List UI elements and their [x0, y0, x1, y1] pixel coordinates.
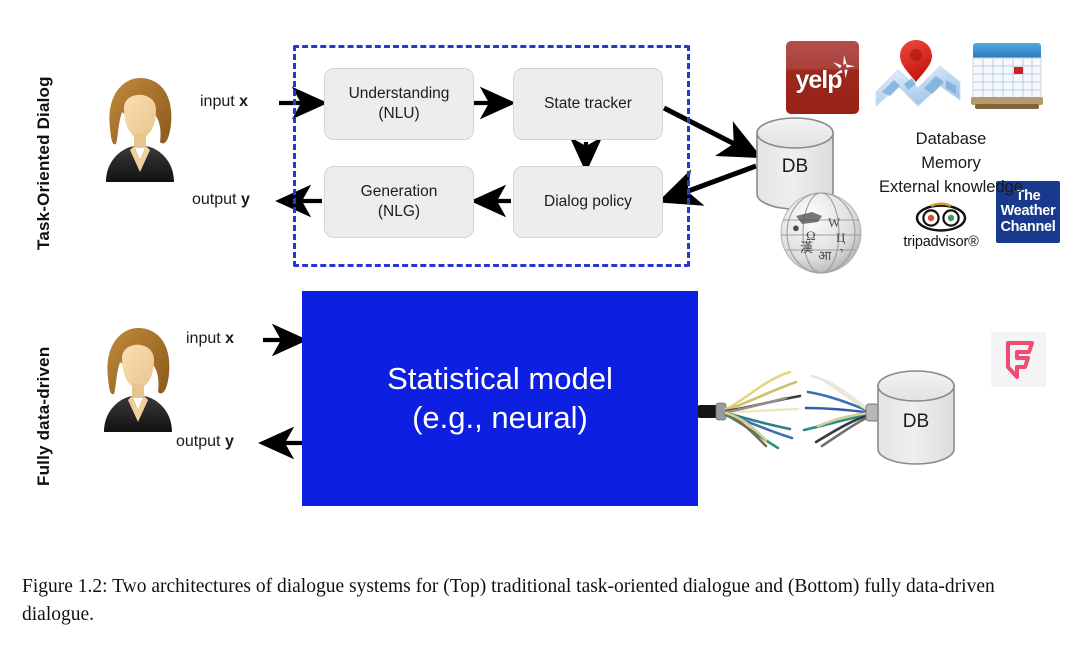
- statistical-model-line1: Statistical model: [387, 360, 613, 396]
- figure-canvas: DB DB Task-Oriented Dialog input x outpu…: [0, 0, 1080, 662]
- yelp-burst-icon: [833, 55, 855, 79]
- module-nlg-line1: Generation: [360, 182, 438, 200]
- module-state-tracker-line1: State tracker: [544, 94, 632, 112]
- module-nlu-line2: (NLU): [378, 105, 420, 122]
- module-generation-nlg[interactable]: Generation (NLG): [324, 166, 474, 238]
- wikipedia-globe-logo[interactable]: W Ω Ц 漢 आ י ●: [778, 190, 864, 276]
- statistical-model-panel[interactable]: Statistical model (e.g., neural): [302, 291, 698, 506]
- knowledge-line-memory: Memory: [921, 153, 981, 172]
- frayed-cable-bundle-icon: [697, 370, 880, 450]
- svg-text:י: י: [840, 244, 843, 259]
- module-dialog-policy-line1: Dialog policy: [544, 192, 632, 210]
- twc-line2: Weather: [1000, 203, 1056, 220]
- figure-caption: Figure 1.2: Two architectures of dialogu…: [22, 576, 995, 626]
- svg-text:W: W: [828, 215, 841, 230]
- input-label-bottom: input x: [186, 330, 235, 347]
- yelp-logo[interactable]: yelp: [786, 41, 859, 114]
- tripadvisor-logo[interactable]: tripadvisor®: [893, 202, 989, 254]
- output-label-bottom: output y: [176, 433, 234, 450]
- svg-text:漢: 漢: [800, 240, 813, 255]
- user-avatar-icon-top: [106, 78, 174, 182]
- foursquare-f-icon: [1005, 340, 1034, 379]
- input-label-top: input x: [200, 93, 249, 110]
- tripadvisor-wordmark: tripadvisor®: [903, 234, 979, 250]
- module-dialog-policy[interactable]: Dialog policy: [513, 166, 663, 238]
- module-state-tracker[interactable]: State tracker: [513, 68, 663, 140]
- svg-text:Ц: Ц: [836, 230, 846, 245]
- db-cylinder-bottom: DB: [877, 370, 955, 465]
- map-pin-logo[interactable]: [872, 36, 964, 116]
- module-nlg-line2: (NLG): [377, 203, 421, 220]
- knowledge-line-external: External knowledge: [878, 177, 1023, 196]
- twc-line3: Channel: [1000, 218, 1056, 235]
- tripadvisor-owl-icon: [915, 202, 967, 232]
- output-label-top: output y: [192, 191, 250, 208]
- calendar-logo[interactable]: [969, 40, 1045, 114]
- svg-text:DB: DB: [782, 156, 808, 177]
- knowledge-line-database: Database: [915, 130, 987, 148]
- svg-text:आ: आ: [818, 248, 832, 263]
- foursquare-logo[interactable]: [991, 332, 1046, 387]
- section-label-task-oriented: Task-Oriented Dialog: [34, 76, 53, 250]
- statistical-model-line2: (e.g., neural): [412, 399, 588, 435]
- module-understanding-nlu[interactable]: Understanding (NLU): [324, 68, 474, 140]
- section-label-fully-data-driven: Fully data-driven: [34, 346, 53, 486]
- module-nlu-line1: Understanding: [348, 84, 450, 102]
- svg-text:●: ●: [792, 220, 800, 235]
- svg-text:DB: DB: [903, 411, 929, 432]
- knowledge-sources-text: Database Memory External knowledge: [875, 128, 1027, 200]
- user-avatar-icon-bottom: [104, 328, 172, 432]
